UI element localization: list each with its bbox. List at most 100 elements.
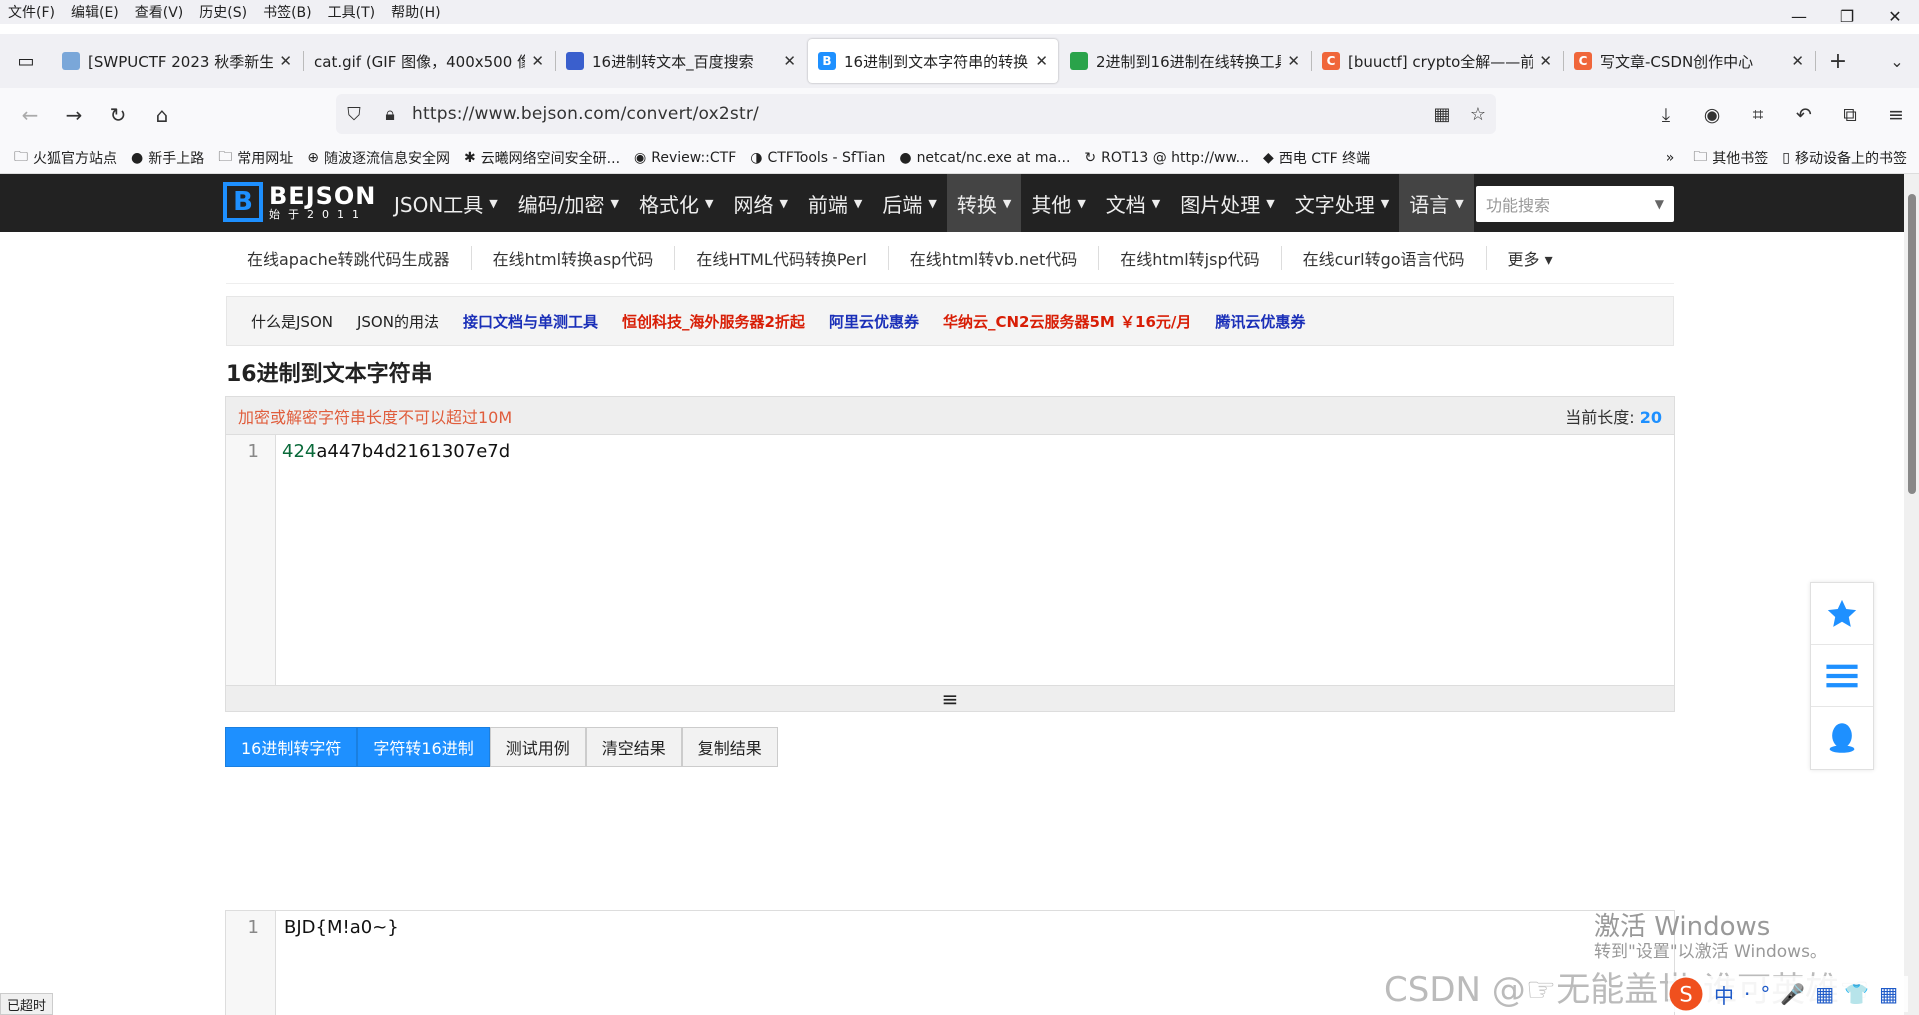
site-menu-5[interactable]: 后端 ▼: [872, 174, 946, 232]
tab-close-icon[interactable]: ✕: [1287, 52, 1300, 70]
action-button-4[interactable]: 复制结果: [681, 727, 778, 767]
home-icon[interactable]: ⌂: [140, 95, 184, 135]
promo-link-6[interactable]: 腾讯云优惠券: [1215, 311, 1305, 332]
promo-link-1[interactable]: JSON的用法: [357, 311, 439, 332]
ime-dot-icon[interactable]: ·: [1744, 982, 1750, 1006]
result-text[interactable]: BJD{M!a0~}: [278, 911, 405, 944]
menu-list-icon[interactable]: [1811, 645, 1873, 707]
tab-close-icon[interactable]: ✕: [783, 52, 796, 70]
tab-3[interactable]: B 16进制到文本字符串的转换 ✕: [808, 39, 1058, 83]
tab-close-icon[interactable]: ✕: [279, 52, 292, 70]
site-menu-1[interactable]: 编码/加密 ▼: [508, 174, 629, 232]
site-menu-9[interactable]: 图片处理 ▼: [1170, 174, 1284, 232]
resize-handle-icon[interactable]: ≡: [226, 685, 1674, 711]
bookmark-8[interactable]: ↻ ROT13 @ http://ww...: [1084, 150, 1249, 166]
menu-item-1[interactable]: 编辑(E): [63, 2, 127, 22]
site-menu-4[interactable]: 前端 ▼: [798, 174, 872, 232]
close-window-button[interactable]: ✕: [1871, 0, 1919, 34]
tab-close-icon[interactable]: ✕: [1539, 52, 1552, 70]
reload-icon[interactable]: ↻: [96, 95, 140, 135]
ime-chinese-icon[interactable]: 中: [1714, 980, 1734, 1009]
page-scrollbar[interactable]: [1904, 174, 1919, 1015]
sublink-5[interactable]: 在线curl转go语言代码: [1282, 245, 1487, 270]
bookmark-right-0[interactable]: »: [1666, 150, 1680, 166]
sublink-6[interactable]: 更多 ▾: [1487, 246, 1574, 270]
qq-penguin-icon[interactable]: [1811, 707, 1873, 769]
bookmark-3[interactable]: ⊕ 随波逐流信息安全网: [307, 148, 450, 168]
minimize-button[interactable]: —: [1775, 0, 1823, 34]
menu-item-4[interactable]: 书签(B): [255, 2, 320, 22]
sublink-3[interactable]: 在线html转vb.net代码: [889, 245, 1100, 270]
menu-item-3[interactable]: 历史(S): [191, 2, 255, 22]
bookmark-7[interactable]: ● netcat/nc.exe at ma...: [899, 150, 1070, 166]
promo-link-0[interactable]: 什么是JSON: [251, 311, 333, 332]
scrollbar-thumb[interactable]: [1908, 194, 1916, 494]
bookmark-6[interactable]: ◑ CTFTools - SfTian: [750, 150, 885, 166]
site-menu-6[interactable]: 转换 ▼: [946, 174, 1022, 232]
bookmark-2[interactable]: 🗀 常用网址: [218, 146, 293, 170]
bookmark-right-1[interactable]: 🗀 其他书签: [1693, 146, 1768, 170]
restore-button[interactable]: ❐: [1823, 0, 1871, 34]
ime-degree-icon[interactable]: °: [1760, 982, 1770, 1006]
ime-grid-icon[interactable]: ▦: [1879, 982, 1898, 1006]
address-bar[interactable]: ⛉ 🔒︎ https://www.bejson.com/convert/ox2s…: [336, 94, 1496, 134]
promo-link-2[interactable]: 接口文档与单测工具: [463, 311, 598, 332]
sublink-2[interactable]: 在线HTML代码转换Perl: [675, 245, 889, 270]
tab-list-chevron-icon[interactable]: ⌄: [1875, 52, 1919, 71]
bookmark-1[interactable]: ● 新手上路: [131, 148, 204, 168]
tab-5[interactable]: C [buuctf] crypto全解——前 ✕: [1312, 39, 1564, 83]
tab-close-icon[interactable]: ✕: [1035, 52, 1048, 70]
site-menu-2[interactable]: 格式化 ▼: [629, 174, 723, 232]
forward-icon[interactable]: →: [52, 95, 96, 135]
tab-6[interactable]: C 写文章-CSDN创作中心 ✕: [1564, 39, 1816, 83]
site-menu-3[interactable]: 网络 ▼: [723, 174, 797, 232]
tab-1[interactable]: cat.gif (GIF 图像，400x500 像 ✕: [304, 39, 556, 83]
menu-item-0[interactable]: 文件(F): [0, 2, 63, 22]
site-menu-7[interactable]: 其他 ▼: [1021, 174, 1095, 232]
new-tab-icon[interactable]: +: [1816, 49, 1860, 74]
list-all-tabs-icon[interactable]: ▭: [0, 34, 52, 88]
ime-skin-icon[interactable]: 👕: [1844, 982, 1869, 1006]
bookmark-right-2[interactable]: ▯ 移动设备上的书签: [1782, 148, 1907, 168]
menu-item-2[interactable]: 查看(V): [127, 2, 192, 22]
tab-close-icon[interactable]: ✕: [1791, 52, 1804, 70]
bookmark-0[interactable]: 🗀 火狐官方站点: [14, 146, 117, 170]
menu-item-5[interactable]: 工具(T): [320, 2, 383, 22]
tab-close-icon[interactable]: ✕: [531, 52, 544, 70]
back-icon[interactable]: ←: [8, 95, 52, 135]
account-icon[interactable]: ◉: [1689, 104, 1735, 126]
downloads-icon[interactable]: ⤓: [1643, 104, 1689, 126]
menu-item-6[interactable]: 帮助(H): [383, 2, 448, 22]
promo-link-3[interactable]: 恒创科技_海外服务器2折起: [622, 311, 805, 332]
undo-icon[interactable]: ↶: [1781, 104, 1827, 126]
action-button-0[interactable]: 16进制转字符: [225, 727, 358, 767]
tab-2[interactable]: 16进制转文本_百度搜索 ✕: [556, 39, 806, 83]
shield-icon[interactable]: ⛉: [336, 104, 372, 125]
favorite-star-icon[interactable]: [1811, 583, 1873, 645]
qr-code-icon[interactable]: ▦: [1424, 104, 1460, 125]
action-button-2[interactable]: 测试用例: [489, 727, 586, 767]
screenshot-icon[interactable]: ⌗: [1735, 104, 1781, 126]
ime-mic-icon[interactable]: 🎤: [1780, 982, 1805, 1006]
site-menu-0[interactable]: JSON工具 ▼: [384, 174, 508, 232]
action-button-3[interactable]: 清空结果: [585, 727, 682, 767]
sublink-0[interactable]: 在线apache转跳代码生成器: [226, 245, 472, 270]
ime-keyboard-icon[interactable]: ▦: [1815, 982, 1834, 1006]
promo-link-5[interactable]: 华纳云_CN2云服务器5M ￥16元/月: [943, 311, 1191, 332]
sogou-logo-icon[interactable]: S: [1668, 976, 1704, 1012]
extensions-icon[interactable]: ⧉: [1827, 104, 1873, 126]
sublink-1[interactable]: 在线html转换asp代码: [472, 245, 676, 270]
url-text[interactable]: https://www.bejson.com/convert/ox2str/: [412, 104, 1424, 124]
promo-link-4[interactable]: 阿里云优惠券: [829, 311, 919, 332]
bookmark-9[interactable]: ◆ 西电 CTF 终端: [1263, 148, 1370, 168]
action-button-1[interactable]: 字符转16进制: [357, 727, 490, 767]
feature-search-select[interactable]: 功能搜索 ▼: [1476, 186, 1674, 222]
tab-4[interactable]: 2进制到16进制在线转换工具 ✕: [1060, 39, 1312, 83]
hex-input[interactable]: 424a447b4d2161307e7d: [276, 435, 516, 685]
site-menu-10[interactable]: 文字处理 ▼: [1285, 174, 1399, 232]
bookmark-star-icon[interactable]: ☆: [1460, 104, 1496, 125]
site-menu-11[interactable]: 语言 ▼: [1399, 174, 1474, 232]
bookmark-5[interactable]: ◉ Review::CTF: [634, 150, 736, 166]
app-menu-icon[interactable]: ≡: [1873, 104, 1919, 126]
tab-0[interactable]: [SWPUCTF 2023 秋季新生 ✕: [52, 39, 304, 83]
